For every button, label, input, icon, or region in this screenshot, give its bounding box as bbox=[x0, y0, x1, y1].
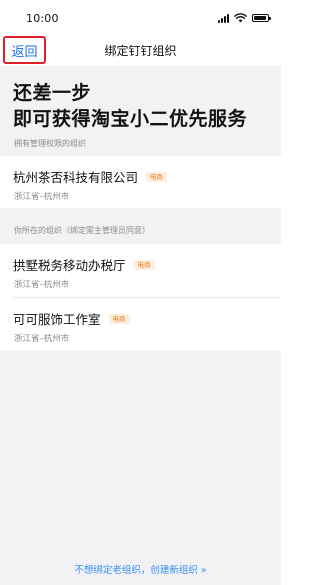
org-location: 浙江省–杭州市 bbox=[14, 280, 70, 290]
wifi-icon bbox=[234, 13, 247, 23]
org-category-badge: 电商 bbox=[133, 259, 155, 270]
org-list-item[interactable]: 可可服饰工作室 电商 浙江省–杭州市 bbox=[0, 298, 281, 350]
org-name: 拱墅税务移动办税厅 bbox=[13, 258, 126, 273]
hero-title-line-1: 还差一步 bbox=[13, 82, 92, 104]
org-name: 可可服饰工作室 bbox=[13, 312, 101, 327]
admin-orgs-header: 拥有管理权限的组织 bbox=[14, 139, 86, 148]
app-screen: 10:00 返回 绑定钉钉组织 还差一步 即可获得淘宝小二优先服务 拥有管理权限… bbox=[0, 0, 281, 585]
org-list-item[interactable]: 拱墅税务移动办税厅 电商 浙江省–杭州市 bbox=[0, 244, 281, 296]
org-location: 浙江省–杭州市 bbox=[14, 334, 70, 344]
status-icons bbox=[218, 12, 271, 24]
signal-icon bbox=[218, 13, 229, 23]
navigation-bar: 返回 绑定钉钉组织 bbox=[0, 36, 281, 66]
create-new-org-link[interactable]: 不想绑定老组织，创建新组织 » bbox=[0, 562, 281, 576]
battery-icon bbox=[252, 14, 271, 22]
member-orgs-header: 你所在的组织（绑定需主管理员同意） bbox=[14, 226, 150, 235]
org-list-item[interactable]: 杭州茶否科技有限公司 电商 浙江省–杭州市 bbox=[0, 156, 281, 208]
org-location: 浙江省–杭州市 bbox=[14, 192, 70, 202]
org-name: 杭州茶否科技有限公司 bbox=[13, 170, 139, 185]
page-title: 绑定钉钉组织 bbox=[104, 44, 177, 58]
status-bar: 10:00 bbox=[0, 0, 281, 36]
org-category-badge: 电商 bbox=[146, 171, 168, 182]
hero-title-line-2: 即可获得淘宝小二优先服务 bbox=[13, 108, 248, 130]
admin-orgs-list: 杭州茶否科技有限公司 电商 浙江省–杭州市 bbox=[0, 156, 281, 208]
status-time: 10:00 bbox=[26, 12, 59, 25]
member-orgs-list: 拱墅税务移动办税厅 电商 浙江省–杭州市 可可服饰工作室 电商 浙江省–杭州市 bbox=[0, 244, 281, 350]
org-category-badge: 电商 bbox=[108, 313, 130, 324]
hero-banner: 还差一步 即可获得淘宝小二优先服务 bbox=[0, 66, 281, 136]
